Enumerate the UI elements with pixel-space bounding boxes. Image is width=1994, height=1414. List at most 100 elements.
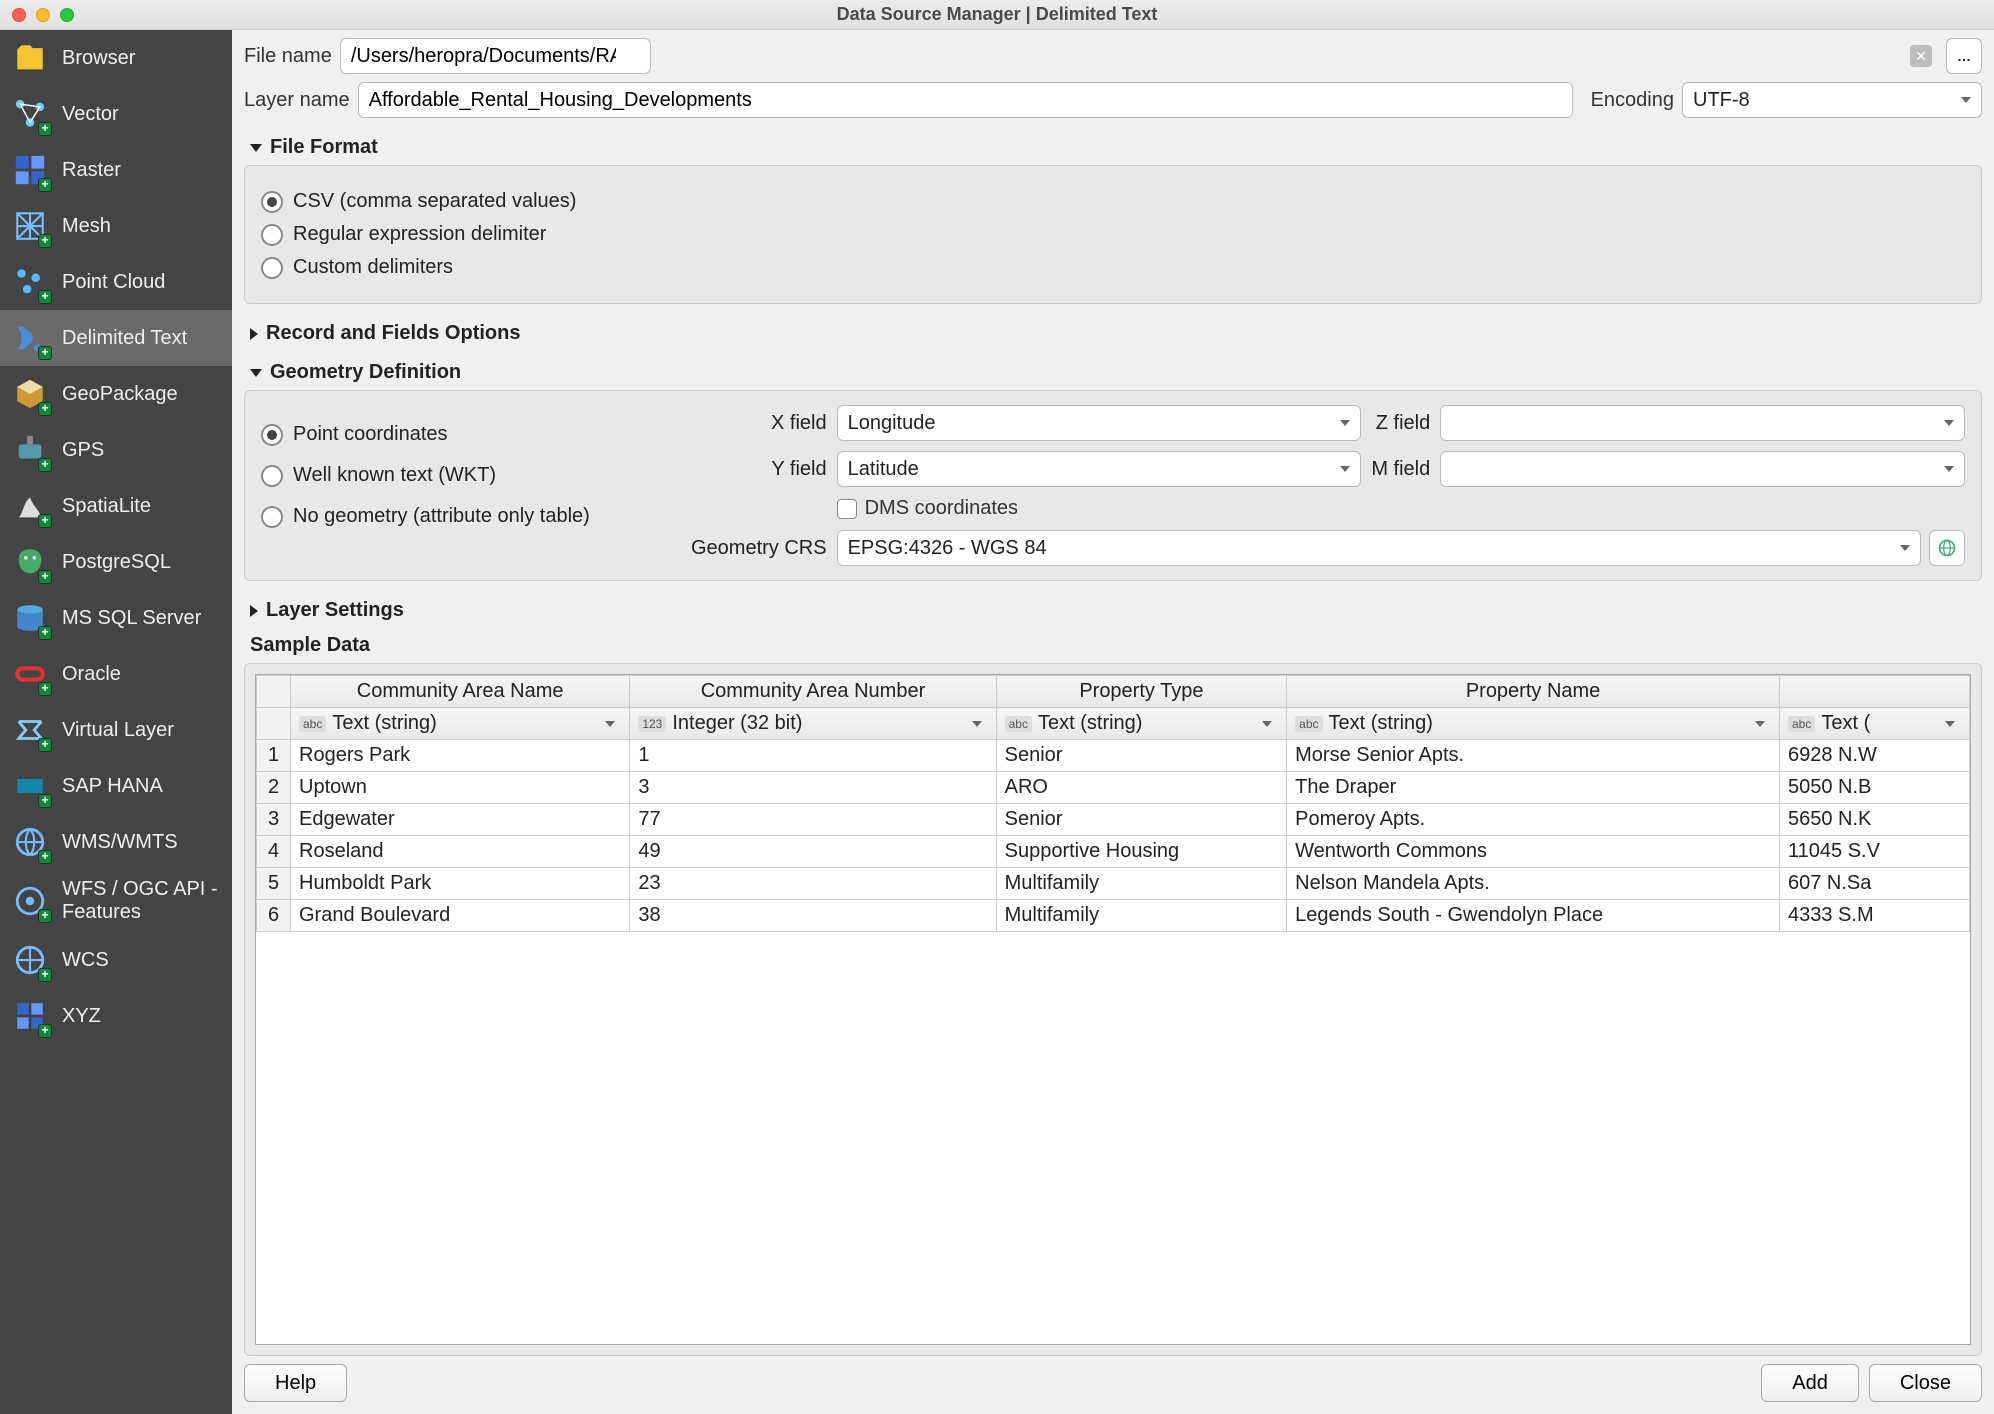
m-field-dropdown[interactable] [1440,451,1965,487]
row-number: 5 [257,868,291,900]
table-cell: Nelson Mandela Apts. [1287,868,1780,900]
sidebar-item-xyz[interactable]: +XYZ [0,988,232,1044]
file-format-option[interactable]: Custom delimiters [261,256,1965,279]
radio-button[interactable] [261,465,283,487]
geometry-option[interactable]: Well known text (WKT) [261,464,681,487]
main-panel: File name ✕ … Layer name Encoding UTF-8 [232,30,1994,1414]
table-row[interactable]: 1Rogers Park1SeniorMorse Senior Apts.692… [257,740,1970,772]
table-cell: ARO [996,772,1287,804]
gps-icon: + [10,430,50,470]
column-header[interactable]: Community Area Number [630,676,996,708]
titlebar: Data Source Manager | Delimited Text [0,0,1994,30]
add-button[interactable]: Add [1761,1364,1859,1402]
table-row[interactable]: 6Grand Boulevard38MultifamilyLegends Sou… [257,900,1970,932]
sidebar-item-mesh[interactable]: +Mesh [0,198,232,254]
sidebar-item-virtual-layer[interactable]: +Virtual Layer [0,702,232,758]
sidebar-item-delimited-text[interactable]: +Delimited Text [0,310,232,366]
sidebar-item-point-cloud[interactable]: +Point Cloud [0,254,232,310]
point-cloud-icon: + [10,262,50,302]
column-type-dropdown[interactable]: abcText (string) [1287,708,1780,740]
table-row[interactable]: 3Edgewater77SeniorPomeroy Apts.5650 N.K [257,804,1970,836]
z-field-dropdown[interactable] [1440,405,1965,441]
table-cell: 1 [630,740,996,772]
radio-button[interactable] [261,257,283,279]
sidebar-item-label: Oracle [62,663,121,686]
column-type-dropdown[interactable]: abcText (string) [996,708,1287,740]
geometry-definition-header[interactable]: Geometry Definition [250,361,1982,384]
sidebar-item-spatialite[interactable]: +SpatiaLite [0,478,232,534]
geometry-crs-dropdown[interactable]: EPSG:4326 - WGS 84 [837,530,1921,566]
layer-name-input[interactable] [358,82,1573,118]
geometry-option[interactable]: Point coordinates [261,423,681,446]
column-header[interactable]: Property Type [996,676,1287,708]
sidebar-item-label: WCS [62,949,109,972]
zoom-window-button[interactable] [60,8,74,22]
browse-file-button[interactable]: … [1946,38,1982,74]
record-fields-title: Record and Fields Options [266,322,520,345]
x-field-label: X field [691,412,827,435]
column-type-dropdown[interactable]: abcText ( [1780,708,1970,740]
radio-button[interactable] [261,191,283,213]
encoding-dropdown[interactable]: UTF-8 [1682,82,1982,118]
table-row[interactable]: 4Roseland49Supportive HousingWentworth C… [257,836,1970,868]
column-header[interactable]: Property Name [1287,676,1780,708]
file-format-option[interactable]: Regular expression delimiter [261,223,1965,246]
wfs-ogc-api-features-icon: + [10,881,50,921]
sidebar-item-label: Mesh [62,215,111,238]
table-row[interactable]: 5Humboldt Park23MultifamilyNelson Mandel… [257,868,1970,900]
column-header[interactable]: Community Area Name [291,676,630,708]
geometry-option[interactable]: No geometry (attribute only table) [261,505,681,528]
radio-label: Custom delimiters [293,256,453,279]
geometry-panel: Point coordinates Well known text (WKT) No… [244,390,1982,581]
dms-checkbox[interactable] [837,499,857,519]
row-number: 4 [257,836,291,868]
row-number: 3 [257,804,291,836]
sidebar-item-gps[interactable]: +GPS [0,422,232,478]
radio-button[interactable] [261,424,283,446]
sidebar-item-sap-hana[interactable]: +SAP HANA [0,758,232,814]
radio-button[interactable] [261,224,283,246]
sidebar-item-ms-sql-server[interactable]: +MS SQL Server [0,590,232,646]
sidebar-item-oracle[interactable]: +Oracle [0,646,232,702]
column-type-dropdown[interactable]: 123Integer (32 bit) [630,708,996,740]
file-name-input[interactable] [340,38,651,74]
table-cell: 77 [630,804,996,836]
sidebar-item-vector[interactable]: +Vector [0,86,232,142]
column-type-dropdown[interactable]: abcText (string) [291,708,630,740]
sap-hana-icon: + [10,766,50,806]
table-row[interactable]: 2Uptown3AROThe Draper5050 N.B [257,772,1970,804]
file-name-row: File name ✕ … [244,38,1982,74]
sidebar-item-wfs-ogc-api-features[interactable]: +WFS / OGC API - Features [0,870,232,932]
file-format-option[interactable]: CSV (comma separated values) [261,190,1965,213]
table-cell: Uptown [291,772,630,804]
row-number: 2 [257,772,291,804]
minimize-window-button[interactable] [36,8,50,22]
row-number: 1 [257,740,291,772]
y-field-dropdown[interactable]: Latitude [837,451,1362,487]
x-field-value: Longitude [848,412,936,435]
record-fields-header[interactable]: Record and Fields Options [250,322,1982,345]
sidebar-item-geopackage[interactable]: +GeoPackage [0,366,232,422]
close-window-button[interactable] [12,8,26,22]
sidebar-item-postgresql[interactable]: +PostgreSQL [0,534,232,590]
triangle-down-icon [250,144,262,152]
sidebar-item-raster[interactable]: +Raster [0,142,232,198]
delimited-text-icon: + [10,318,50,358]
sample-table-scroll[interactable]: Community Area NameCommunity Area Number… [255,674,1971,1345]
help-button[interactable]: Help [244,1364,347,1402]
x-field-dropdown[interactable]: Longitude [837,405,1362,441]
close-button[interactable]: Close [1869,1364,1982,1402]
sidebar-item-wcs[interactable]: +WCS [0,932,232,988]
globe-icon [1937,538,1957,558]
column-header[interactable] [1780,676,1970,708]
file-format-header[interactable]: File Format [250,136,1982,159]
encoding-value: UTF-8 [1693,89,1750,112]
sidebar-item-wms-wmts[interactable]: +WMS/WMTS [0,814,232,870]
sidebar-item-browser[interactable]: Browser [0,30,232,86]
table-cell: 5650 N.K [1780,804,1970,836]
crs-selector-button[interactable] [1929,530,1965,566]
layer-settings-header[interactable]: Layer Settings [250,599,1982,622]
clear-file-name-button[interactable]: ✕ [1910,45,1932,67]
radio-button[interactable] [261,506,283,528]
geometry-title: Geometry Definition [270,361,461,384]
